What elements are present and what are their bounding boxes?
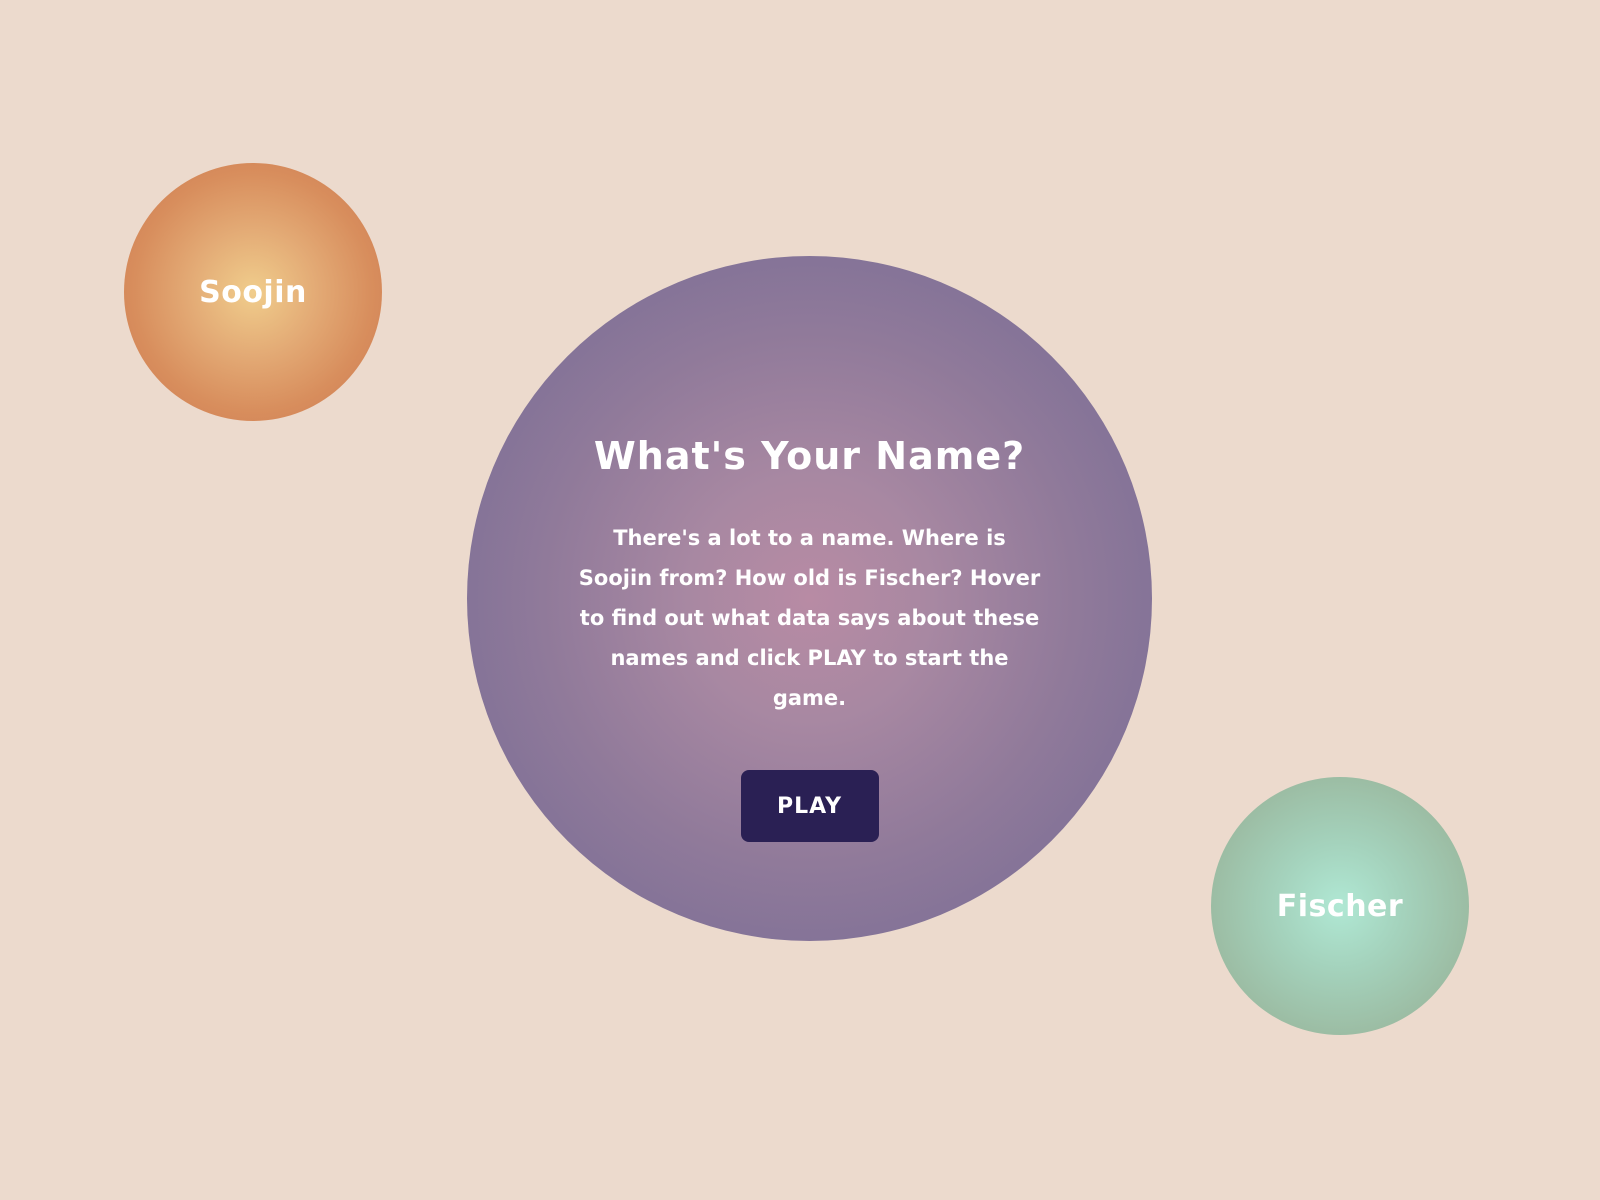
page-title: What's Your Name? (593, 434, 1026, 478)
name-bubble-fischer[interactable]: Fischer (1211, 777, 1469, 1035)
intro-description: There's a lot to a name. Where is Soojin… (578, 526, 1041, 710)
bubble-label-fischer: Fischer (1276, 888, 1404, 924)
bubble-label-soojin: Soojin (199, 274, 307, 310)
play-button[interactable]: PLAY (740, 770, 879, 842)
intro-circle: What's Your Name? There's a lot to a nam… (467, 256, 1152, 941)
name-bubble-soojin[interactable]: Soojin (124, 163, 382, 421)
